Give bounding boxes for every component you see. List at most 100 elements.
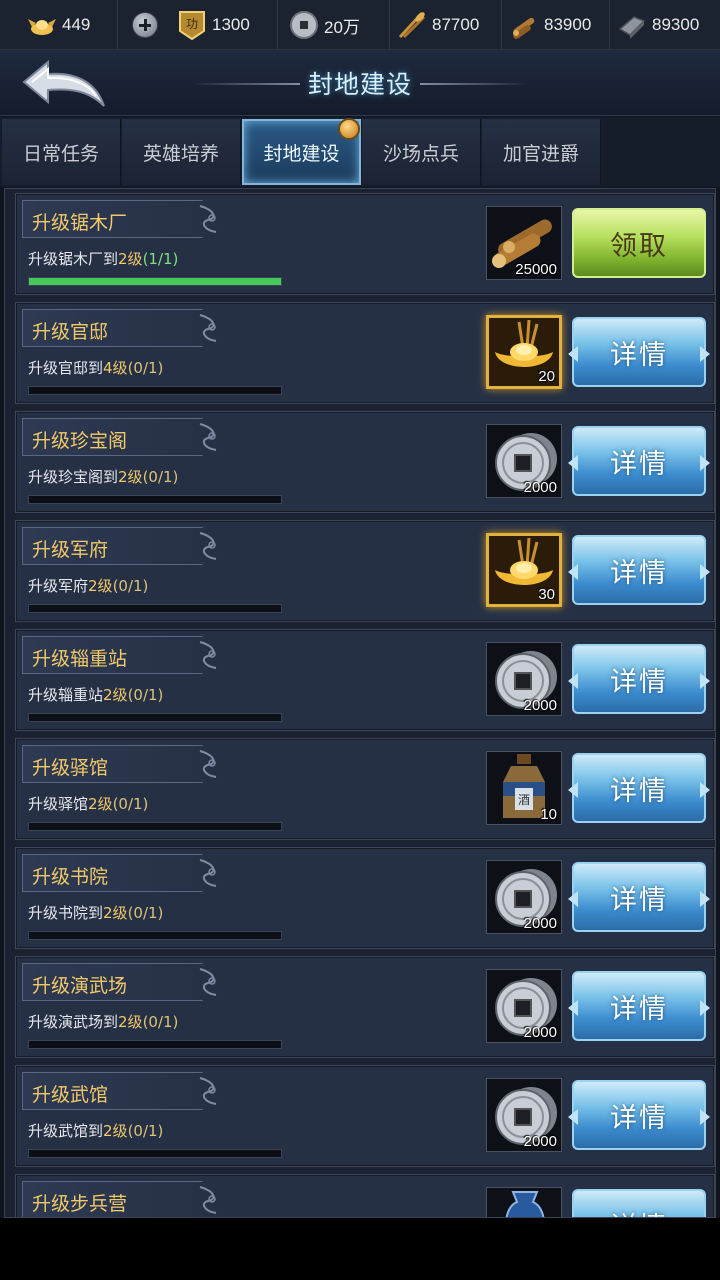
scroll-ornament-icon	[199, 532, 217, 560]
scroll-ornament-icon	[199, 750, 217, 778]
reward-quantity: 2000	[523, 479, 557, 496]
task-description: 升级演武场到2级(0/1)	[28, 1011, 178, 1032]
reward-slot[interactable]: 2000	[486, 642, 562, 716]
tab-bar: 日常任务 英雄培养 封地建设 沙场点兵 加官进爵	[0, 117, 720, 187]
task-progress-count: (0/1)	[112, 577, 149, 595]
gold-ingot-wings-icon	[28, 19, 56, 35]
task-item-10: 升级步兵营 详情	[15, 1174, 715, 1217]
details-button[interactable]: 详情	[572, 1189, 706, 1217]
task-desc-text: 升级演武场到	[28, 1013, 119, 1031]
task-item-9: 升级武馆 升级武馆到2级(0/1) 2000 详情	[15, 1065, 715, 1167]
resource-iron-value: 89300	[652, 15, 700, 34]
arrow-right-icon	[700, 455, 710, 471]
resource-grain: 87700	[390, 0, 502, 50]
reward-quantity: 25000	[515, 261, 557, 278]
details-button[interactable]: 详情	[568, 535, 710, 605]
reward-quantity: 2000	[523, 1133, 557, 1150]
progress-bar	[28, 604, 282, 613]
reward-slot[interactable]: 酒 10	[486, 751, 562, 825]
reward-quantity: 2000	[523, 1024, 557, 1041]
task-name: 升级军府	[32, 539, 109, 561]
task-progress-count: (1/1)	[142, 250, 179, 268]
reward-slot[interactable]: 20	[486, 315, 562, 389]
task-desc-text: 升级锯木厂到	[28, 250, 119, 268]
scroll-ornament-icon	[199, 205, 217, 233]
details-button[interactable]: 详情	[568, 1080, 710, 1150]
progress-bar	[28, 713, 282, 722]
task-name: 升级步兵营	[32, 1193, 128, 1215]
reward-slot[interactable]: 2000	[486, 860, 562, 934]
progress-bar	[28, 386, 282, 395]
task-item-3: 升级珍宝阁 升级珍宝阁到2级(0/1) 2000 详情	[15, 411, 715, 513]
add-gold-button[interactable]	[132, 12, 158, 38]
task-desc-text: 升级驿馆	[28, 795, 89, 813]
task-description: 升级珍宝阁到2级(0/1)	[28, 466, 178, 487]
reward-slot[interactable]: 2000	[486, 969, 562, 1043]
task-desc-text: 升级军府	[28, 577, 89, 595]
reward-quantity: 30	[538, 586, 555, 603]
tab-daily-tasks[interactable]: 日常任务	[2, 119, 121, 185]
tab-hero-training[interactable]: 英雄培养	[122, 119, 241, 185]
task-item-8: 升级演武场 升级演武场到2级(0/1) 2000 详情	[15, 956, 715, 1058]
scroll-ornament-icon	[199, 859, 217, 887]
details-button[interactable]: 详情	[568, 426, 710, 496]
coin-icon	[290, 11, 318, 39]
reward-slot[interactable]: 2000	[486, 1078, 562, 1152]
reward-slot[interactable]	[486, 1187, 562, 1217]
task-item-2: 升级官邸 升级官邸到4级(0/1) 20 详情	[15, 302, 715, 404]
arrow-right-icon	[700, 1000, 710, 1016]
resource-gold-value: 449	[62, 15, 91, 34]
task-progress-count: (0/1)	[127, 686, 164, 704]
task-description: 升级辎重站2级(0/1)	[28, 684, 163, 705]
task-item-6: 升级驿馆 升级驿馆2级(0/1) 酒 10 详情	[15, 738, 715, 840]
notification-dot-icon	[338, 118, 360, 140]
claim-button[interactable]: 领取	[572, 208, 706, 278]
arrow-right-icon	[700, 782, 710, 798]
task-progress-count: (0/1)	[142, 468, 179, 486]
progress-bar	[28, 931, 282, 940]
details-button[interactable]: 详情	[568, 971, 710, 1041]
details-button[interactable]: 详情	[568, 317, 710, 387]
task-target-level: 2级	[88, 577, 113, 595]
reward-slot[interactable]: 2000	[486, 424, 562, 498]
task-name: 升级辎重站	[32, 648, 128, 670]
resource-wood: 83900	[502, 0, 610, 50]
reward-quantity: 10	[540, 806, 557, 823]
resource-iron: 89300	[610, 0, 720, 50]
page-title: 封地建设	[307, 70, 412, 99]
reward-slot[interactable]: 30	[486, 533, 562, 607]
task-description: 升级书院到2级(0/1)	[28, 902, 163, 923]
resource-grain-value: 87700	[432, 15, 480, 34]
arrow-left-icon	[568, 782, 578, 798]
progress-bar	[28, 277, 282, 286]
task-progress-count: (0/1)	[112, 795, 149, 813]
arrow-left-icon	[568, 891, 578, 907]
task-description: 升级驿馆2级(0/1)	[28, 793, 148, 814]
grain-icon	[398, 11, 426, 39]
reward-quantity: 2000	[523, 697, 557, 714]
task-target-level: 2级	[103, 1122, 128, 1140]
task-name: 升级锯木厂	[32, 212, 128, 234]
resource-coin-value: 20万	[324, 17, 360, 37]
tab-battlefield[interactable]: 沙场点兵	[362, 119, 481, 185]
arrow-right-icon	[700, 673, 710, 689]
details-button[interactable]: 详情	[568, 753, 710, 823]
task-name: 升级书院	[32, 866, 109, 888]
task-item-1: 升级锯木厂 升级锯木厂到2级(1/1) 25000 领取	[15, 193, 715, 295]
details-button[interactable]: 详情	[568, 862, 710, 932]
task-target-level: 2级	[118, 468, 143, 486]
details-button[interactable]: 详情	[568, 644, 710, 714]
svg-text:酒: 酒	[518, 793, 530, 807]
task-target-level: 2级	[88, 795, 113, 813]
arrow-right-icon	[700, 564, 710, 580]
scroll-ornament-icon	[199, 423, 217, 451]
reward-slot[interactable]: 25000	[486, 206, 562, 280]
task-list[interactable]: 升级锯木厂 升级锯木厂到2级(1/1) 25000 领取 升级官邸 升级官邸到4…	[4, 188, 716, 1218]
task-description: 升级武馆到2级(0/1)	[28, 1120, 163, 1141]
tab-promotion[interactable]: 加官进爵	[482, 119, 601, 185]
scroll-ornament-icon	[199, 314, 217, 342]
task-name: 升级驿馆	[32, 757, 109, 779]
task-item-7: 升级书院 升级书院到2级(0/1) 2000 详情	[15, 847, 715, 949]
task-desc-text: 升级武馆到	[28, 1122, 104, 1140]
progress-bar	[28, 495, 282, 504]
